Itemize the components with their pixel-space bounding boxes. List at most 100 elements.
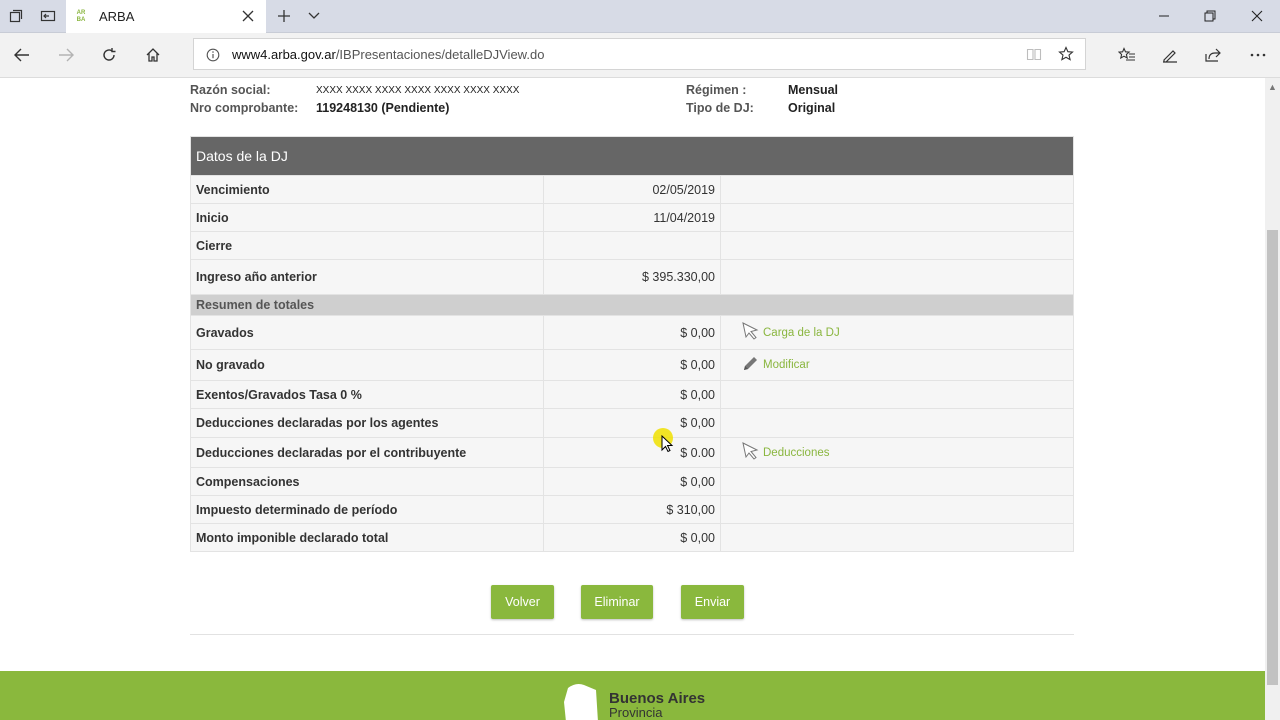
url-host: www4.arba.gov.ar	[232, 46, 336, 62]
table-row: Gravados $ 0,00 Carga de la DJ	[190, 315, 1074, 350]
url-text: www4.arba.gov.ar/IBPresentaciones/detall…	[232, 47, 544, 62]
row-value: $ 395.330,00	[543, 259, 721, 295]
reading-view-icon[interactable]	[1026, 47, 1042, 67]
cursor-arrow-icon	[741, 442, 763, 463]
address-bar[interactable]: www4.arba.gov.ar/IBPresentaciones/detall…	[193, 38, 1086, 70]
set-tabs-aside-icon[interactable]	[32, 0, 64, 32]
row-label: Deducciones declaradas por los agentes	[190, 408, 544, 438]
favorite-star-icon[interactable]	[1058, 46, 1074, 67]
razon-social-label-text: Razón social:	[190, 83, 271, 97]
mouse-pointer-icon	[661, 434, 674, 458]
tab-actions-icon[interactable]	[0, 0, 32, 32]
row-value: 02/05/2019	[543, 175, 721, 204]
datos-dj-table: Datos de la DJ Vencimiento 02/05/2019 In…	[190, 136, 1074, 552]
row-action-cell	[720, 203, 1074, 232]
row-value: $ 0,00	[543, 408, 721, 438]
site-info-icon[interactable]	[206, 48, 220, 67]
divider	[190, 634, 1074, 635]
row-action-cell: Carga de la DJ	[720, 315, 1074, 350]
arba-favicon-icon: AR BA	[74, 10, 88, 24]
favorites-hub-icon[interactable]	[1107, 33, 1147, 77]
share-icon[interactable]	[1193, 33, 1233, 77]
razon-social-label: Razón social:	[190, 83, 271, 97]
page-scrollbar[interactable]: ▲	[1265, 78, 1280, 720]
razon-social-value-text: XXXX XXXX XXXX XXXX XXXX XXXX XXXX	[316, 85, 520, 96]
row-label: Monto imponible declarado total	[190, 523, 544, 552]
minimize-icon[interactable]	[1141, 0, 1187, 32]
tipo-dj-label-text: Tipo de DJ:	[686, 101, 754, 115]
tab-bar: AR BA ARBA	[0, 0, 1280, 33]
refresh-icon[interactable]	[89, 33, 129, 77]
favicon-text-top: AR	[76, 9, 86, 16]
tab-arba[interactable]: AR BA ARBA	[66, 0, 266, 33]
table-row: Impuesto determinado de período $ 310,00	[190, 495, 1074, 524]
table-row: Cierre	[190, 231, 1074, 260]
carga-dj-link[interactable]: Carga de la DJ	[741, 322, 840, 343]
row-label: Gravados	[190, 315, 544, 350]
row-action-cell	[720, 467, 1074, 496]
tipo-dj-label: Tipo de DJ:	[686, 101, 754, 115]
more-options-icon[interactable]	[1238, 33, 1278, 77]
row-value: $ 310,00	[543, 495, 721, 524]
row-value: $ 0.00	[543, 437, 721, 468]
regimen-label: Régimen :	[686, 83, 746, 97]
scroll-up-arrow-icon[interactable]: ▲	[1268, 82, 1277, 92]
navigation-bar: www4.arba.gov.ar/IBPresentaciones/detall…	[0, 33, 1280, 78]
row-label: Deducciones declaradas por el contribuye…	[190, 437, 544, 468]
table-header-row: Datos de la DJ	[190, 136, 1074, 176]
restore-icon[interactable]	[1187, 0, 1233, 32]
row-value: $ 0,00	[543, 467, 721, 496]
deducciones-link[interactable]: Deducciones	[741, 442, 829, 463]
modificar-link[interactable]: Modificar	[741, 355, 810, 376]
table-row: Ingreso año anterior $ 395.330,00	[190, 259, 1074, 295]
row-action-cell	[720, 495, 1074, 524]
footer-name: Buenos Aires	[609, 690, 706, 707]
regimen-label-text: Régimen :	[686, 83, 747, 97]
row-value: $ 0,00	[543, 349, 721, 381]
footer-subtitle: Provincia	[609, 705, 663, 720]
tab-title: ARBA	[99, 9, 135, 24]
tab-preview-chevron-icon[interactable]	[298, 0, 330, 32]
web-note-pen-icon[interactable]	[1150, 33, 1190, 77]
window-close-icon[interactable]	[1234, 0, 1280, 32]
forward-icon[interactable]	[46, 33, 86, 77]
row-label: Impuesto determinado de período	[190, 495, 544, 524]
volver-button[interactable]: Volver	[491, 585, 554, 619]
table-row: Inicio 11/04/2019	[190, 203, 1074, 232]
carga-dj-label: Carga de la DJ	[763, 326, 840, 339]
regimen-value-text: Mensual	[788, 83, 839, 97]
nro-comprobante-label: Nro comprobante:	[190, 101, 298, 115]
modificar-label: Modificar	[763, 359, 810, 371]
back-icon[interactable]	[2, 33, 42, 77]
enviar-button[interactable]: Enviar	[681, 585, 744, 619]
regimen-value: Mensual	[788, 83, 838, 97]
row-action-cell	[720, 175, 1074, 204]
row-label: Cierre	[190, 231, 544, 260]
favicon-text-bottom: BA	[76, 16, 86, 23]
row-action-cell	[720, 231, 1074, 260]
row-label: No gravado	[190, 349, 544, 381]
scroll-thumb[interactable]	[1267, 230, 1278, 685]
new-tab-icon[interactable]	[268, 0, 300, 32]
pencil-icon	[741, 355, 763, 376]
home-icon[interactable]	[133, 33, 173, 77]
row-label: Compensaciones	[190, 467, 544, 496]
tipo-dj-value: Original	[788, 101, 835, 115]
row-action-cell	[720, 408, 1074, 438]
table-row: Monto imponible declarado total $ 0,00	[190, 523, 1074, 552]
row-value: $ 0,00	[543, 523, 721, 552]
row-label: Vencimiento	[190, 175, 544, 204]
table-row: Compensaciones $ 0,00	[190, 467, 1074, 496]
table-row: Vencimiento 02/05/2019	[190, 175, 1074, 204]
row-label: Exentos/Gravados Tasa 0 %	[190, 380, 544, 409]
tab-close-icon[interactable]	[240, 8, 256, 24]
row-action-cell	[720, 259, 1074, 295]
row-label: Ingreso año anterior	[190, 259, 544, 295]
deducciones-label: Deducciones	[763, 446, 830, 459]
section-header-row: Resumen de totales	[190, 294, 1074, 316]
eliminar-button[interactable]: Eliminar	[581, 585, 653, 619]
row-action-cell: Deducciones	[720, 437, 1074, 468]
table-title: Datos de la DJ	[190, 136, 1074, 176]
cursor-arrow-icon	[741, 322, 763, 343]
page-content: Razón social: XXXX XXXX XXXX XXXX XXXX X…	[0, 78, 1265, 720]
